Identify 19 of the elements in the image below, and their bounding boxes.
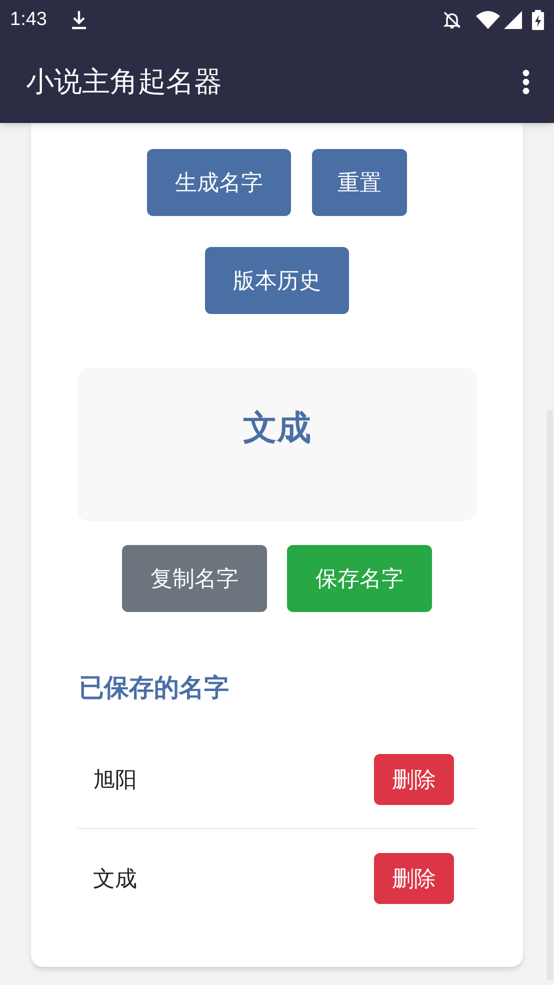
delete-button[interactable]: 删除 [374,754,454,804]
generated-name: 文成 [243,408,311,449]
save-button[interactable]: 保存名字 [287,545,432,612]
copy-button[interactable]: 复制名字 [122,545,267,612]
action-button[interactable]: 版本历史 [205,247,349,314]
download-icon [70,10,87,30]
status-time: 1:43 [10,8,47,32]
bell-off-icon [442,10,462,30]
delete-button[interactable]: 删除 [374,853,454,904]
signal-icon [504,11,522,29]
app-title: 小说主角起名器 [26,64,223,98]
action-button[interactable]: 生成名字 [147,149,291,216]
menu-icon[interactable] [522,68,530,94]
action-button[interactable]: 重置 [312,149,407,216]
wifi-icon [476,11,500,29]
saved-name: 旭阳 [93,766,138,794]
saved-heading: 已保存的名字 [79,673,230,704]
saved-name: 文成 [93,865,138,893]
battery-charging-icon [532,10,544,30]
